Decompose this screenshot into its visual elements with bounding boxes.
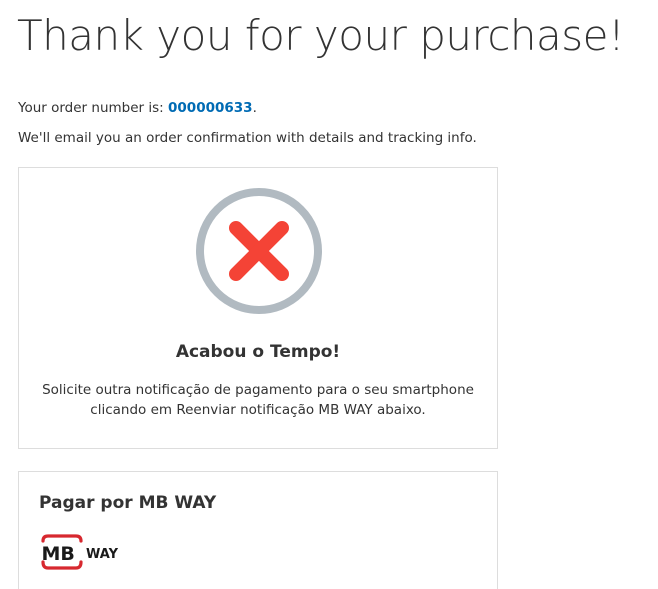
order-number-link[interactable]: 000000633 bbox=[168, 100, 253, 116]
order-number-line: Your order number is: 000000633. bbox=[18, 98, 257, 118]
payment-title: Pagar por MB WAY bbox=[39, 493, 217, 513]
order-number-prefix: Your order number is: bbox=[18, 100, 169, 116]
payment-status-panel: Acabou o Tempo! Solicite outra notificaç… bbox=[18, 167, 498, 449]
close-circle-icon bbox=[196, 188, 322, 314]
mbway-payment-panel: Pagar por MB WAY MB WAY bbox=[18, 471, 498, 589]
mbway-logo-mark: MB bbox=[42, 543, 75, 565]
email-confirmation-message: We'll email you an order confirmation wi… bbox=[18, 130, 477, 146]
status-title: Acabou o Tempo! bbox=[175, 342, 341, 362]
checkout-success-page: Thank you for your purchase! Your order … bbox=[0, 0, 658, 589]
mbway-logo: MB WAY bbox=[41, 534, 119, 570]
order-number-suffix: . bbox=[252, 100, 257, 116]
mbway-logo-word: WAY bbox=[86, 547, 119, 562]
status-message: Solicite outra notificação de pagamento … bbox=[42, 382, 474, 418]
page-title: Thank you for your purchase! bbox=[17, 11, 625, 60]
